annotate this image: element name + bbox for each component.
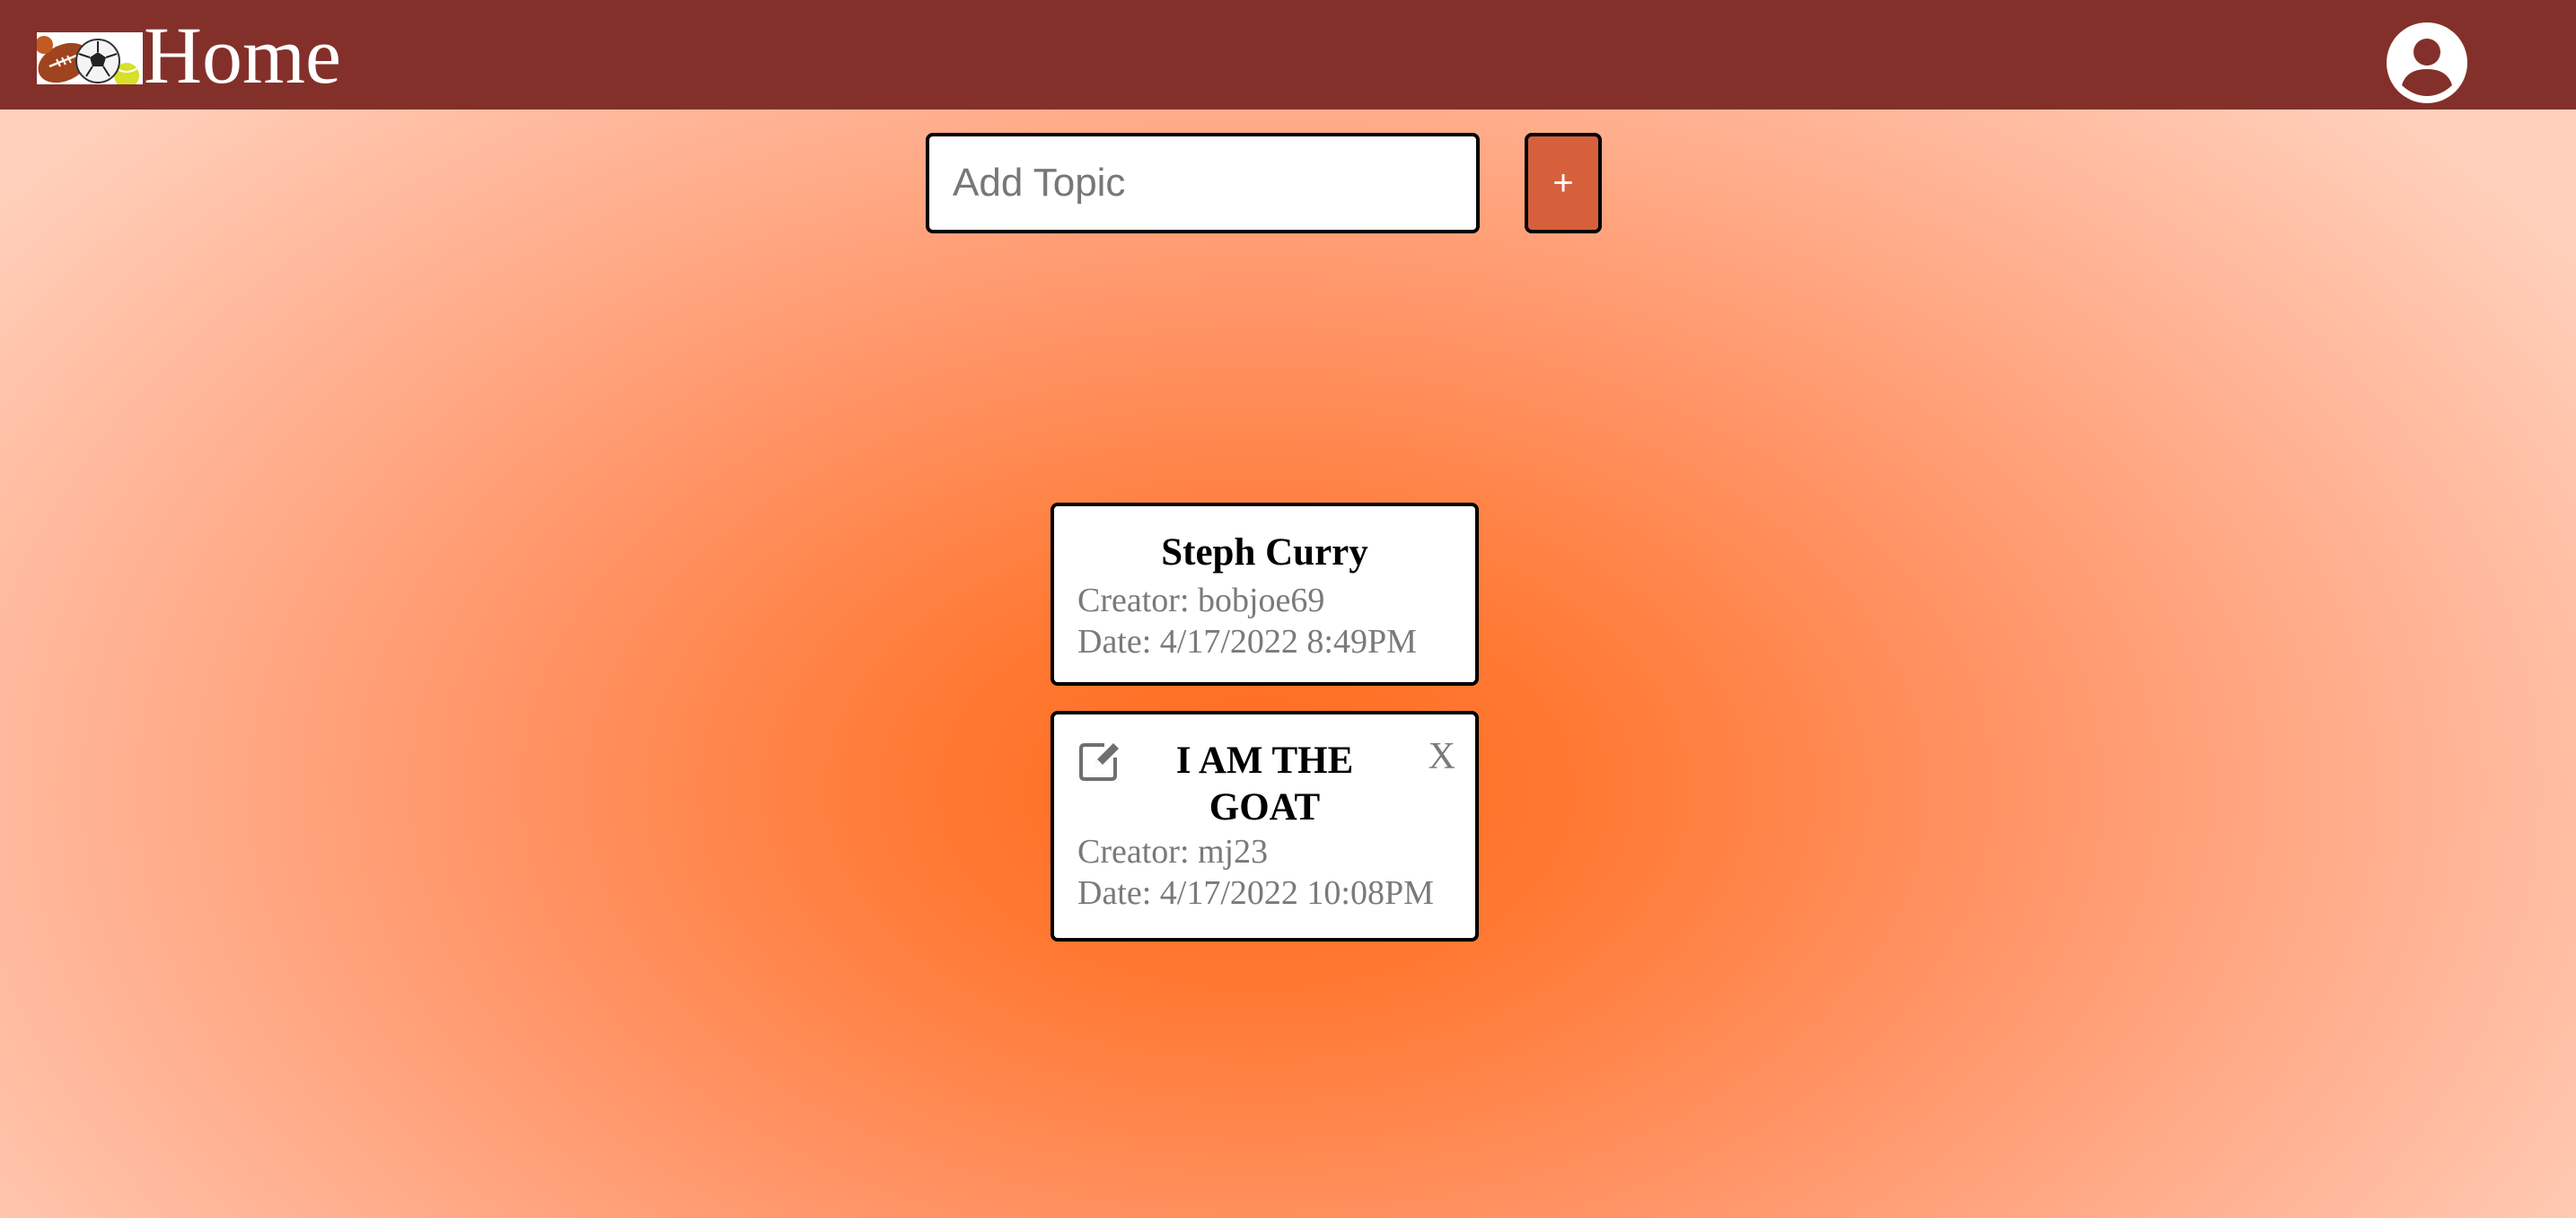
topic-creator: Creator: mj23 bbox=[1077, 833, 1269, 871]
topic-creator: Creator: bobjoe69 bbox=[1077, 582, 1325, 619]
delete-topic-button[interactable]: X bbox=[1429, 734, 1455, 779]
topic-title: I AM THE GOAT bbox=[1175, 740, 1354, 828]
topic-date: Date: 4/17/2022 10:08PM bbox=[1077, 874, 1434, 912]
topic-card-steph-curry[interactable]: Steph Curry Creator: bobjoe69 Date: 4/17… bbox=[1051, 503, 1479, 686]
add-topic-button[interactable]: + bbox=[1525, 133, 1602, 233]
topic-card-i-am-the-goat[interactable]: I AM THE GOAT X Creator: mj23 Date: 4/17… bbox=[1051, 711, 1479, 942]
account-circle-icon[interactable] bbox=[2387, 22, 2467, 103]
page-title: Home bbox=[144, 12, 341, 101]
edit-icon[interactable] bbox=[1077, 740, 1121, 783]
top-header: Home bbox=[0, 0, 2576, 110]
add-topic-input[interactable] bbox=[926, 133, 1480, 233]
topic-date: Date: 4/17/2022 8:49PM bbox=[1077, 623, 1417, 661]
topic-title: Steph Curry bbox=[1161, 531, 1368, 574]
sports-balls-logo-icon[interactable] bbox=[37, 32, 143, 84]
